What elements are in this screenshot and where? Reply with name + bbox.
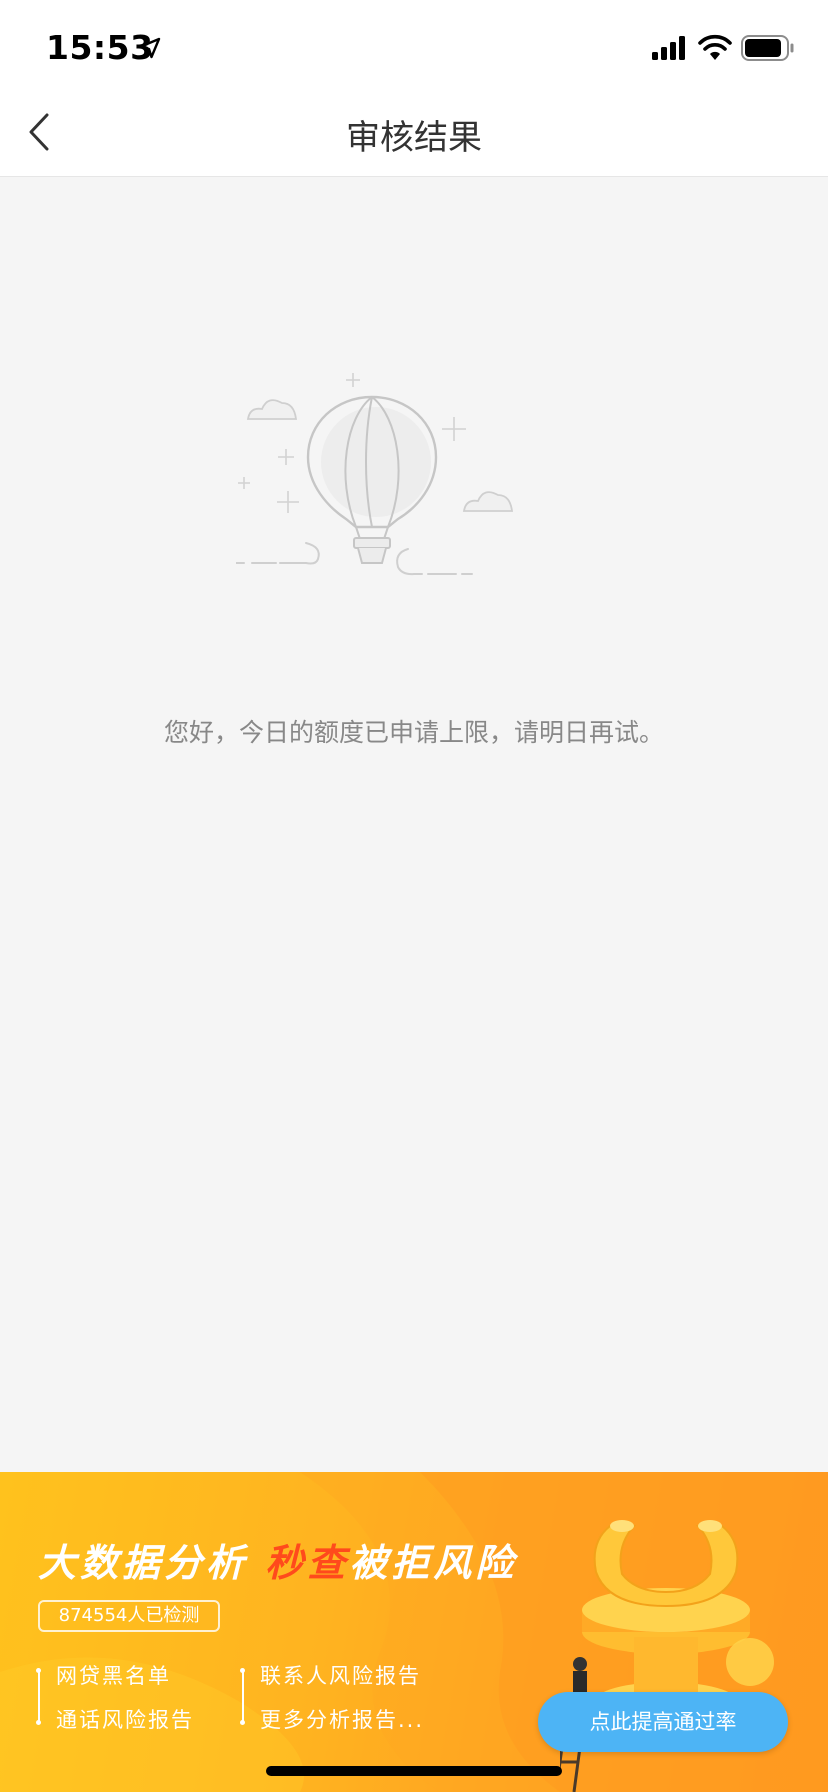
feature-item: 通话风险报告 (56, 1708, 194, 1732)
banner-headline: 大数据分析 秒查被拒风险 (38, 1541, 518, 1585)
main-content: 您好，今日的额度已申请上限，请明日再试。 (0, 177, 828, 1472)
nav-bar: 审核结果 (0, 88, 828, 177)
feature-item: 网贷黑名单 (56, 1664, 171, 1688)
page-title: 审核结果 (346, 118, 482, 158)
cellular-signal-icon (652, 36, 685, 60)
hot-air-balloon-illustration (236, 373, 514, 576)
battery-icon (741, 35, 794, 61)
home-indicator (266, 1766, 562, 1776)
location-arrow-icon (139, 37, 161, 59)
empty-state-message: 您好，今日的额度已申请上限，请明日再试。 (163, 718, 664, 747)
wifi-icon (698, 34, 732, 60)
detected-count-badge: 874554人已检测 (38, 1600, 220, 1632)
feature-item: 联系人风险报告 (260, 1664, 421, 1688)
promo-banner[interactable]: 大数据分析 秒查被拒风险 874554人已检测 网贷黑名单 通话风险报告 联系人… (0, 1472, 828, 1792)
improve-pass-rate-button[interactable]: 点此提高通过率 (538, 1692, 788, 1752)
status-bar: 15:53 (0, 0, 828, 88)
feature-item: 更多分析报告... (260, 1708, 425, 1732)
